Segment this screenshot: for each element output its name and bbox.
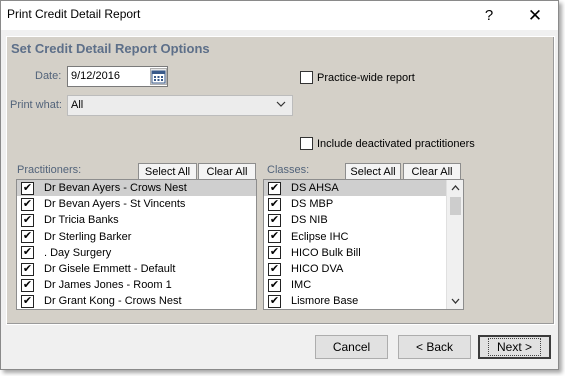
title-bar: Print Credit Detail Report ? ✕ — [1, 1, 558, 30]
classes-item-label: DS NIB — [291, 214, 328, 227]
classes-item-label: HICO Bulk Bill — [291, 246, 361, 259]
back-button[interactable]: < Back — [398, 335, 471, 359]
classes-select-all-button[interactable]: Select All — [345, 163, 401, 180]
classes-list-item[interactable]: ✔ Eclipse IHC — [264, 229, 463, 245]
options-heading: Set Credit Detail Report Options — [11, 41, 210, 56]
close-button[interactable]: ✕ — [513, 1, 557, 30]
classes-list[interactable]: ✔ DS AHSA ✔ DS MBP ✔ DS NIB ✔ Eclipse IHC ✔ HICO … — [263, 179, 464, 310]
date-field[interactable]: 9/12/2016 — [67, 66, 168, 87]
next-button[interactable]: Next > — [478, 335, 551, 359]
classes-item-label: HICO DVA — [291, 263, 344, 276]
classes-item-checkbox[interactable]: ✔ — [268, 213, 281, 227]
classes-item-checkbox[interactable]: ✔ — [268, 230, 281, 244]
include-deactivated-checkbox[interactable]: Include deactivated practitioners — [300, 137, 475, 150]
print-what-select[interactable]: All — [67, 95, 293, 116]
classes-item-label: DS AHSA — [291, 182, 339, 195]
practitioners-clear-all-button[interactable]: Clear All — [198, 163, 256, 180]
print-what-label: Print what: — [10, 99, 62, 111]
classes-list-item[interactable]: ✔ DS NIB — [264, 212, 463, 228]
classes-item-label: Eclipse IHC — [291, 230, 349, 243]
practitioners-item-checkbox[interactable]: ✔ — [21, 262, 34, 276]
practitioners-item-checkbox[interactable]: ✔ — [21, 181, 34, 195]
help-button[interactable]: ? — [467, 1, 511, 30]
classes-item-checkbox[interactable]: ✔ — [268, 294, 281, 308]
date-label: Date: — [35, 70, 62, 82]
calendar-icon[interactable] — [150, 68, 167, 85]
chevron-down-icon — [276, 99, 286, 112]
classes-list-item[interactable]: ✔ HICO DVA — [264, 261, 463, 277]
classes-list-item[interactable]: ✔ DS MBP — [264, 196, 463, 212]
practitioners-item-label: Dr Tricia Banks — [44, 214, 119, 227]
scroll-up-icon[interactable] — [447, 180, 463, 196]
classes-item-label: Lismore Base — [291, 295, 359, 308]
practice-wide-box[interactable] — [300, 71, 313, 84]
practitioners-list-item[interactable]: ✔ Dr Tricia Banks — [17, 212, 256, 228]
classes-item-checkbox[interactable]: ✔ — [268, 197, 281, 211]
practitioners-list-item[interactable]: ✔ Dr Gisele Emmett - Default — [17, 261, 256, 277]
classes-item-checkbox[interactable]: ✔ — [268, 246, 281, 260]
classes-item-label: IMC — [291, 279, 312, 292]
practitioners-list-item[interactable]: ✔ Dr Bevan Ayers - Crows Nest — [17, 180, 256, 197]
print-credit-detail-dialog: Print Credit Detail Report ? ✕ Set Credi… — [0, 0, 559, 370]
practitioners-list-item[interactable]: ✔ Dr Grant Kong - Crows Nest — [17, 293, 256, 309]
practitioners-item-label: Dr Gisele Emmett - Default — [44, 263, 176, 276]
classes-list-item[interactable]: ✔ Lismore Base — [264, 293, 463, 309]
classes-item-label: DS MBP — [291, 198, 334, 211]
classes-list-item[interactable]: ✔ DS AHSA — [264, 180, 463, 197]
practitioners-list-item[interactable]: ✔ Dr Sterling Barker — [17, 229, 256, 245]
classes-list-item[interactable]: ✔ HICO Bulk Bill — [264, 245, 463, 261]
practitioners-item-label: Dr James Jones - Room 1 — [44, 279, 172, 292]
practitioners-list-item[interactable]: ✔ . Day Surgery — [17, 245, 256, 261]
include-deactivated-box[interactable] — [300, 137, 313, 150]
practitioners-item-label: Dr Grant Kong - Crows Nest — [44, 295, 182, 308]
date-value: 9/12/2016 — [71, 70, 120, 82]
practitioners-item-checkbox[interactable]: ✔ — [21, 278, 34, 292]
classes-list-item[interactable]: ✔ IMC — [264, 277, 463, 293]
classes-scrollbar[interactable] — [446, 180, 463, 309]
practitioners-item-checkbox[interactable]: ✔ — [21, 230, 34, 244]
options-panel: Set Credit Detail Report Options Date: 9… — [6, 36, 555, 325]
practitioners-list-item[interactable]: ✔ Dr Bevan Ayers - St Vincents — [17, 196, 256, 212]
practitioners-item-checkbox[interactable]: ✔ — [21, 213, 34, 227]
classes-label: Classes: — [267, 164, 310, 176]
scroll-thumb[interactable] — [450, 197, 461, 215]
window-title: Print Credit Detail Report — [7, 7, 141, 21]
cancel-label: Cancel — [332, 340, 371, 354]
practitioners-item-label: . Day Surgery — [44, 246, 112, 259]
practitioners-item-checkbox[interactable]: ✔ — [21, 246, 34, 260]
classes-item-checkbox[interactable]: ✔ — [268, 181, 281, 195]
practitioners-item-label: Dr Sterling Barker — [44, 230, 132, 243]
classes-clear-all-button[interactable]: Clear All — [403, 163, 461, 180]
practitioners-label: Practitioners: — [17, 164, 82, 176]
cancel-button[interactable]: Cancel — [315, 335, 388, 359]
practitioners-item-checkbox[interactable]: ✔ — [21, 197, 34, 211]
include-deactivated-label: Include deactivated practitioners — [317, 137, 475, 150]
practitioners-item-label: Dr Bevan Ayers - St Vincents — [44, 198, 186, 211]
print-what-value: All — [71, 99, 84, 111]
practice-wide-label: Practice-wide report — [317, 71, 415, 84]
practitioners-select-all-button[interactable]: Select All — [138, 163, 197, 180]
practitioners-item-checkbox[interactable]: ✔ — [21, 294, 34, 308]
practitioners-list-item[interactable]: ✔ Dr James Jones - Room 1 — [17, 277, 256, 293]
practitioners-item-label: Dr Bevan Ayers - Crows Nest — [44, 182, 187, 195]
scroll-down-icon[interactable] — [447, 293, 463, 309]
practitioners-list[interactable]: ✔ Dr Bevan Ayers - Crows Nest ✔ Dr Bevan Ay… — [16, 179, 257, 310]
practice-wide-checkbox[interactable]: Practice-wide report — [300, 71, 415, 84]
back-label: < Back — [415, 340, 454, 354]
classes-item-checkbox[interactable]: ✔ — [268, 278, 281, 292]
classes-item-checkbox[interactable]: ✔ — [268, 262, 281, 276]
next-label: Next > — [487, 338, 541, 356]
